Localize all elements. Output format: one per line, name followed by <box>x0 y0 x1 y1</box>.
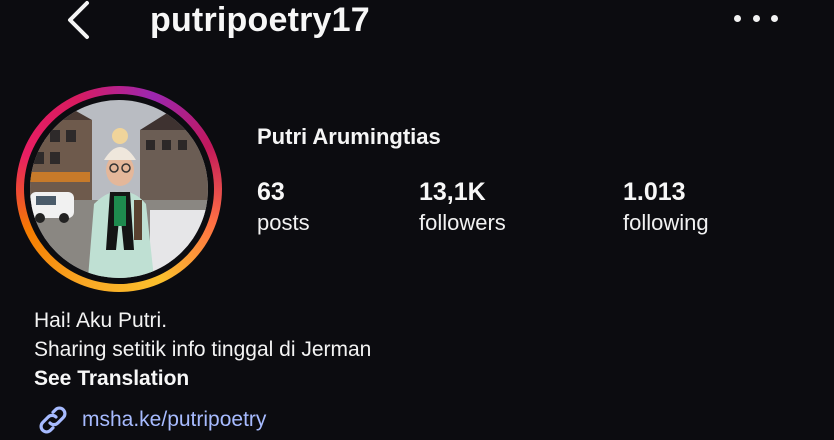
profile-full-name: Putri Arumingtias <box>257 124 441 149</box>
chevron-left-icon <box>68 1 89 39</box>
more-horizontal-icon-dot <box>771 14 778 22</box>
avatar-story-ring[interactable] <box>16 86 222 292</box>
avatar <box>30 100 208 278</box>
more-horizontal-icon <box>734 14 741 22</box>
followers-count[interactable]: 13,1K followers <box>419 176 506 238</box>
see-translation-button[interactable]: See Translation <box>34 364 371 393</box>
bio-line: Hai! Aku Putri. <box>34 309 168 332</box>
avatar-photo-image <box>30 100 208 278</box>
posts-count[interactable]: 63 posts <box>257 176 310 238</box>
profile-screen: putripoetry17 Putri Arumingtias 63 posts… <box>0 0 834 440</box>
more-horizontal-icon-dot <box>752 14 760 22</box>
followers-count-value: 13,1K <box>419 178 486 206</box>
profile-username: putripoetry17 <box>150 1 370 39</box>
following-count-label: following <box>623 210 709 235</box>
back-button[interactable] <box>60 0 100 42</box>
following-count-value: 1.013 <box>623 178 686 206</box>
profile-bio: Hai! Aku Putri. Sharing setitik info tin… <box>34 306 371 393</box>
followers-count-label: followers <box>419 210 506 235</box>
link-icon <box>39 406 67 434</box>
bio-link-text: msha.ke/putripoetry <box>82 408 267 431</box>
avatar-ring-gap <box>24 94 214 284</box>
bio-link[interactable]: msha.ke/putripoetry <box>34 404 266 436</box>
posts-count-label: posts <box>257 210 310 235</box>
posts-count-value: 63 <box>257 178 285 206</box>
bio-line: Sharing setitik info tinggal di Jerman <box>34 338 372 361</box>
following-count[interactable]: 1.013 following <box>623 176 709 238</box>
more-options-button[interactable] <box>734 10 778 26</box>
